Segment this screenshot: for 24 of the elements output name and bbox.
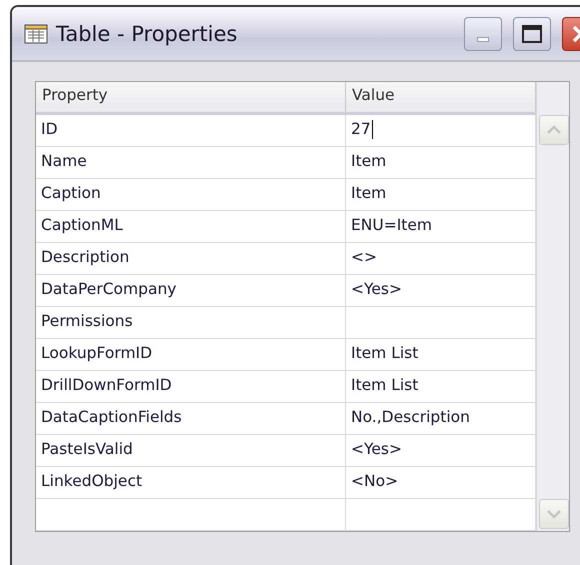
table-cell: DrillDownFormID bbox=[36, 371, 346, 402]
table-cell: Caption bbox=[36, 179, 346, 210]
maximize-button[interactable] bbox=[513, 16, 551, 50]
window-title: Table - Properties bbox=[56, 22, 238, 46]
table-cell: Permissions bbox=[36, 307, 346, 338]
table-cell: Description bbox=[36, 243, 346, 274]
maximize-icon bbox=[521, 24, 543, 44]
table-icon bbox=[24, 24, 48, 44]
column-header[interactable]: Property bbox=[36, 82, 346, 112]
table-cell: DataCaptionFields bbox=[36, 403, 346, 434]
table-cell: LookupFormID bbox=[36, 339, 346, 370]
minimize-icon bbox=[477, 37, 489, 42]
minimize-button[interactable] bbox=[464, 16, 502, 50]
table-cell: LinkedObject bbox=[36, 467, 346, 498]
chevron-up-icon bbox=[546, 125, 562, 135]
scroll-down-button[interactable] bbox=[539, 499, 569, 529]
scrollbar[interactable] bbox=[536, 82, 569, 531]
table-cell: CaptionML bbox=[36, 211, 346, 242]
table-cell: PasteIsValid bbox=[36, 435, 346, 466]
table-cell: DataPerCompany bbox=[36, 275, 346, 306]
table-cell: ID bbox=[36, 115, 346, 146]
table-cell: Name bbox=[36, 147, 346, 178]
chevron-down-icon bbox=[546, 509, 562, 519]
scroll-up-button[interactable] bbox=[539, 115, 569, 145]
